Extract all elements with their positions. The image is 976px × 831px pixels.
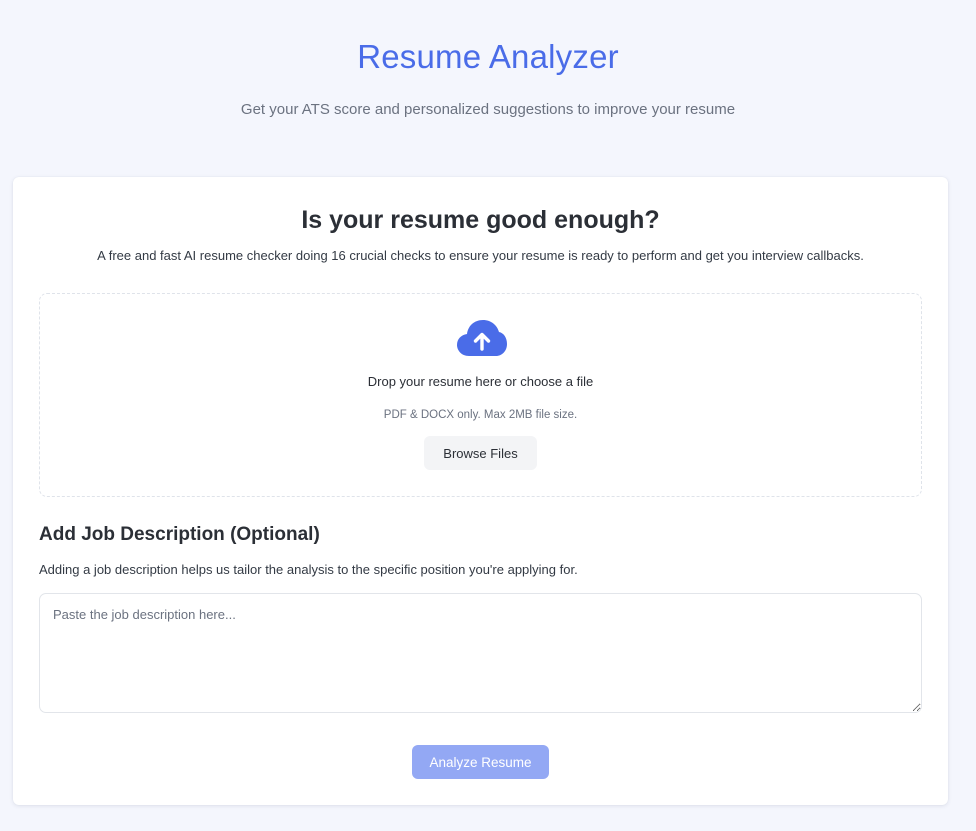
- drop-instructions: Drop your resume here or choose a file: [367, 374, 594, 389]
- cloud-upload-icon: [457, 320, 507, 356]
- analyze-resume-button[interactable]: Analyze Resume: [412, 745, 549, 779]
- page-header: Resume Analyzer Get your ATS score and p…: [0, 0, 976, 120]
- job-description-title: Add Job Description (Optional): [39, 524, 320, 545]
- browse-files-button[interactable]: Browse Files: [424, 436, 537, 470]
- app-subtitle: Get your ATS score and personalized sugg…: [240, 101, 736, 118]
- card-description: A free and fast AI resume checker doing …: [97, 248, 864, 263]
- analyzer-card: Is your resume good enough? A free and f…: [13, 177, 948, 805]
- job-description-help: Adding a job description helps us tailor…: [39, 562, 578, 577]
- job-description-input[interactable]: [39, 593, 922, 713]
- file-format-hint: PDF & DOCX only. Max 2MB file size.: [383, 409, 578, 421]
- resume-dropzone[interactable]: Drop your resume here or choose a file P…: [39, 293, 922, 497]
- app-title: Resume Analyzer: [357, 38, 619, 75]
- card-title: Is your resume good enough?: [301, 206, 660, 234]
